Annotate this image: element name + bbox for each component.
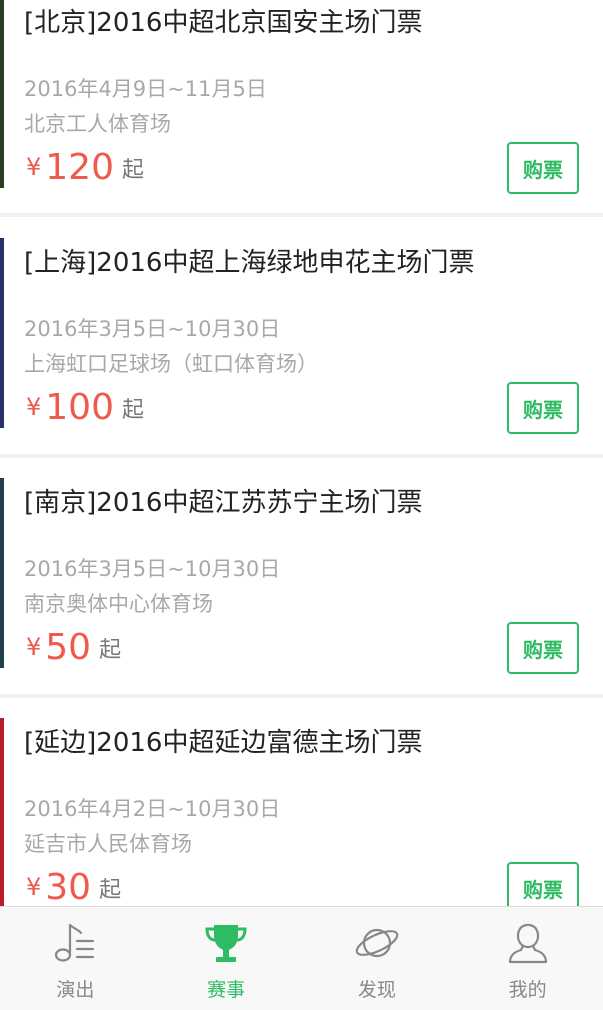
tab-label: 我的 bbox=[508, 979, 547, 1001]
trophy-icon bbox=[205, 925, 247, 962]
price-from-label: 起 bbox=[122, 158, 145, 183]
tab-events[interactable]: 赛事 bbox=[151, 907, 302, 1010]
bottom-tab-bar: 演出 赛事 发现 我的 bbox=[0, 906, 603, 1010]
tab-label: 演出 bbox=[56, 979, 95, 1001]
event-list: [北京]2016中超北京国安主场门票 2016年4月9日~11月5日 北京工人体… bbox=[0, 0, 603, 906]
event-price: ¥120 起 bbox=[26, 147, 144, 188]
event-date: 2016年4月9日~11月5日 bbox=[24, 77, 267, 101]
currency-symbol: ¥ bbox=[26, 393, 42, 421]
tab-discover[interactable]: 发现 bbox=[302, 907, 453, 1010]
buy-ticket-button[interactable]: 购票 bbox=[507, 862, 579, 906]
currency-symbol: ¥ bbox=[26, 633, 42, 661]
currency-symbol: ¥ bbox=[26, 153, 42, 181]
event-thumbnail bbox=[0, 238, 4, 428]
event-title: [北京]2016中超北京国安主场门票 bbox=[24, 8, 423, 38]
event-date: 2016年3月5日~10月30日 bbox=[24, 317, 281, 341]
currency-symbol: ¥ bbox=[26, 873, 42, 901]
event-card[interactable]: [南京]2016中超江苏苏宁主场门票 2016年3月5日~10月30日 南京奥体… bbox=[0, 458, 603, 676]
event-price: ¥100 起 bbox=[26, 387, 144, 428]
event-title: [上海]2016中超上海绿地申花主场门票 bbox=[24, 248, 475, 278]
price-amount: 50 bbox=[45, 627, 92, 668]
tab-mine[interactable]: 我的 bbox=[452, 907, 603, 1010]
event-venue: 北京工人体育场 bbox=[24, 112, 171, 136]
price-amount: 100 bbox=[45, 387, 114, 428]
event-venue: 南京奥体中心体育场 bbox=[24, 592, 213, 616]
event-thumbnail bbox=[0, 478, 4, 668]
music-note-icon bbox=[55, 923, 95, 962]
event-card[interactable]: [上海]2016中超上海绿地申花主场门票 2016年3月5日~10月30日 上海… bbox=[0, 218, 603, 436]
event-thumbnail bbox=[0, 718, 4, 906]
price-from-label: 起 bbox=[99, 638, 122, 663]
price-from-label: 起 bbox=[99, 878, 122, 903]
event-venue: 上海虹口足球场（虹口体育场） bbox=[24, 352, 318, 376]
event-title: [延边]2016中超延边富德主场门票 bbox=[24, 728, 423, 758]
event-price: ¥30 起 bbox=[26, 867, 121, 906]
buy-ticket-button[interactable]: 购票 bbox=[507, 142, 579, 194]
tab-shows[interactable]: 演出 bbox=[0, 907, 151, 1010]
buy-ticket-button[interactable]: 购票 bbox=[507, 622, 579, 674]
card-separator bbox=[0, 213, 603, 217]
event-thumbnail bbox=[0, 0, 4, 188]
event-price: ¥50 起 bbox=[26, 627, 121, 668]
buy-ticket-button[interactable]: 购票 bbox=[507, 382, 579, 434]
event-card[interactable]: [延边]2016中超延边富德主场门票 2016年4月2日~10月30日 延吉市人… bbox=[0, 698, 603, 906]
tab-label: 发现 bbox=[357, 979, 396, 1001]
event-card[interactable]: [北京]2016中超北京国安主场门票 2016年4月9日~11月5日 北京工人体… bbox=[0, 0, 603, 198]
price-amount: 30 bbox=[45, 867, 92, 906]
planet-icon bbox=[355, 928, 399, 958]
price-from-label: 起 bbox=[122, 398, 145, 423]
price-amount: 120 bbox=[45, 147, 114, 188]
event-venue: 延吉市人民体育场 bbox=[24, 832, 192, 856]
event-title: [南京]2016中超江苏苏宁主场门票 bbox=[24, 488, 423, 518]
event-date: 2016年4月2日~10月30日 bbox=[24, 797, 281, 821]
tab-label: 赛事 bbox=[207, 979, 246, 1001]
event-date: 2016年3月5日~10月30日 bbox=[24, 557, 281, 581]
user-icon bbox=[508, 923, 547, 964]
